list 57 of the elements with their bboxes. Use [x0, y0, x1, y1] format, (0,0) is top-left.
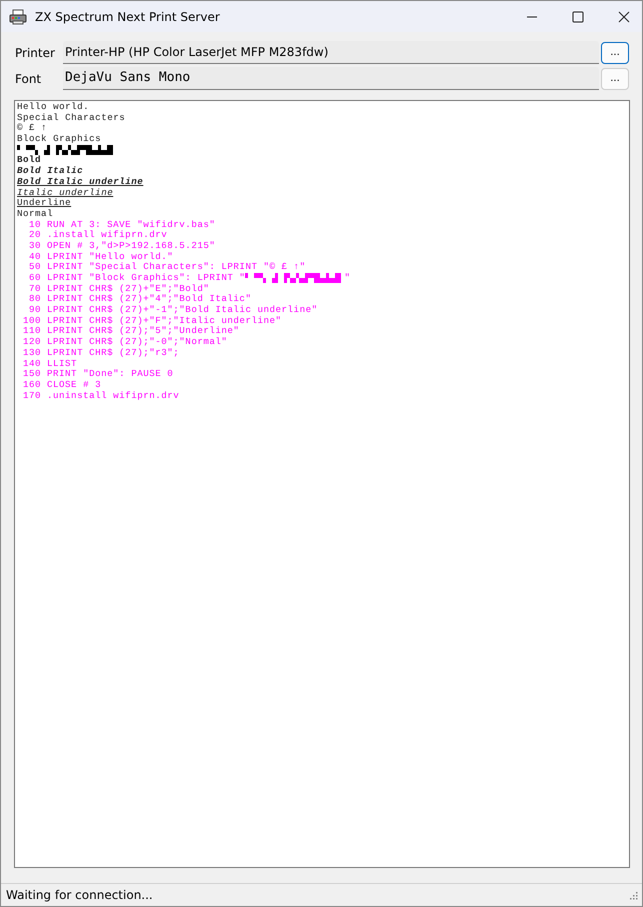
- line-number: 120: [22, 337, 41, 348]
- printed-line: Bold: [17, 155, 42, 166]
- code-line: LPRINT CHR$ (27)+"4";"Bold Italic": [47, 294, 252, 305]
- line-number: 100: [22, 316, 41, 326]
- line-number: 160: [22, 380, 41, 391]
- printer-icon: [9, 8, 27, 24]
- code-line: LPRINT "Special Characters": LPRINT "© £ ↑": [47, 262, 306, 273]
- printed-line: Bold Italic: [17, 166, 84, 177]
- line-number: 60: [28, 273, 41, 284]
- maximize-icon[interactable]: [572, 10, 584, 22]
- code-line: LPRINT "Hello world.": [47, 252, 174, 262]
- code-line: LPRINT CHR$ (27);"5";"Underline": [47, 326, 240, 337]
- line-number: 10: [28, 220, 41, 230]
- code-line: OPEN # 3,"d>P>192.168.5.215": [47, 240, 216, 252]
- line-number: 110: [22, 326, 41, 338]
- line-number: 80: [28, 294, 41, 306]
- line-number: 170: [22, 390, 41, 402]
- code-line: CLOSE # 3: [47, 380, 102, 391]
- printed-line: Normal: [17, 208, 54, 220]
- line-number: 40: [28, 252, 41, 262]
- printed-line: Italic underline: [17, 188, 114, 198]
- status-text: Waiting for connection...: [6, 888, 153, 902]
- printed-line: Block Graphics: [17, 134, 102, 145]
- code-line: LLIST: [47, 358, 78, 370]
- code-line: LPRINT CHR$ (27)+"E";"Bold": [47, 284, 210, 294]
- code-line: .install wifiprn.drv: [47, 230, 168, 241]
- resize-grip-icon[interactable]: [628, 890, 638, 900]
- line-number: 70: [28, 284, 41, 294]
- code-line: LPRINT "Block Graphics": LPRINT ": [47, 273, 246, 284]
- code-line: RUN AT 3: SAVE "wifidrv.bas": [47, 220, 216, 230]
- line-number: 90: [28, 305, 41, 316]
- printed-line: © £ ↑: [17, 123, 48, 134]
- window-title: ZX Spectrum Next Print Server: [35, 10, 220, 24]
- code-line: LPRINT CHR$ (27);"r3";: [47, 348, 180, 359]
- close-icon[interactable]: [618, 10, 630, 22]
- field-label: Printer: [15, 46, 56, 60]
- line-number: 30: [28, 240, 41, 252]
- code-line: LPRINT CHR$ (27)+"F";"Italic underline": [47, 316, 282, 326]
- line-number: 50: [28, 262, 41, 274]
- browse-button[interactable]: ...: [601, 68, 629, 90]
- input-field[interactable]: Printer-HP (HP Color LaserJet MFP M283fdw): [63, 41, 599, 64]
- printed-line: Bold Italic underline: [17, 176, 144, 188]
- code-line: PRINT "Done": PAUSE 0: [47, 369, 174, 380]
- field-label: Font: [15, 72, 42, 86]
- code-line: .uninstall wifiprn.drv: [47, 390, 180, 402]
- line-number: 130: [22, 348, 41, 359]
- printed-line: Underline: [17, 198, 72, 209]
- browse-button[interactable]: ...: [601, 42, 629, 64]
- line-number: 150: [22, 369, 41, 380]
- code-line: LPRINT CHR$ (27);"-0";"Normal": [47, 337, 228, 348]
- printed-line: Hello world.: [17, 102, 90, 113]
- input-field[interactable]: DejaVu Sans Mono: [63, 67, 599, 90]
- printed-line: Special Characters: [17, 112, 126, 123]
- line-number: 20: [28, 230, 41, 241]
- code-line: LPRINT CHR$ (27)+"-1";"Bold Italic underline": [47, 305, 318, 316]
- line-number: 140: [22, 358, 41, 370]
- code-text: ": [344, 273, 350, 284]
